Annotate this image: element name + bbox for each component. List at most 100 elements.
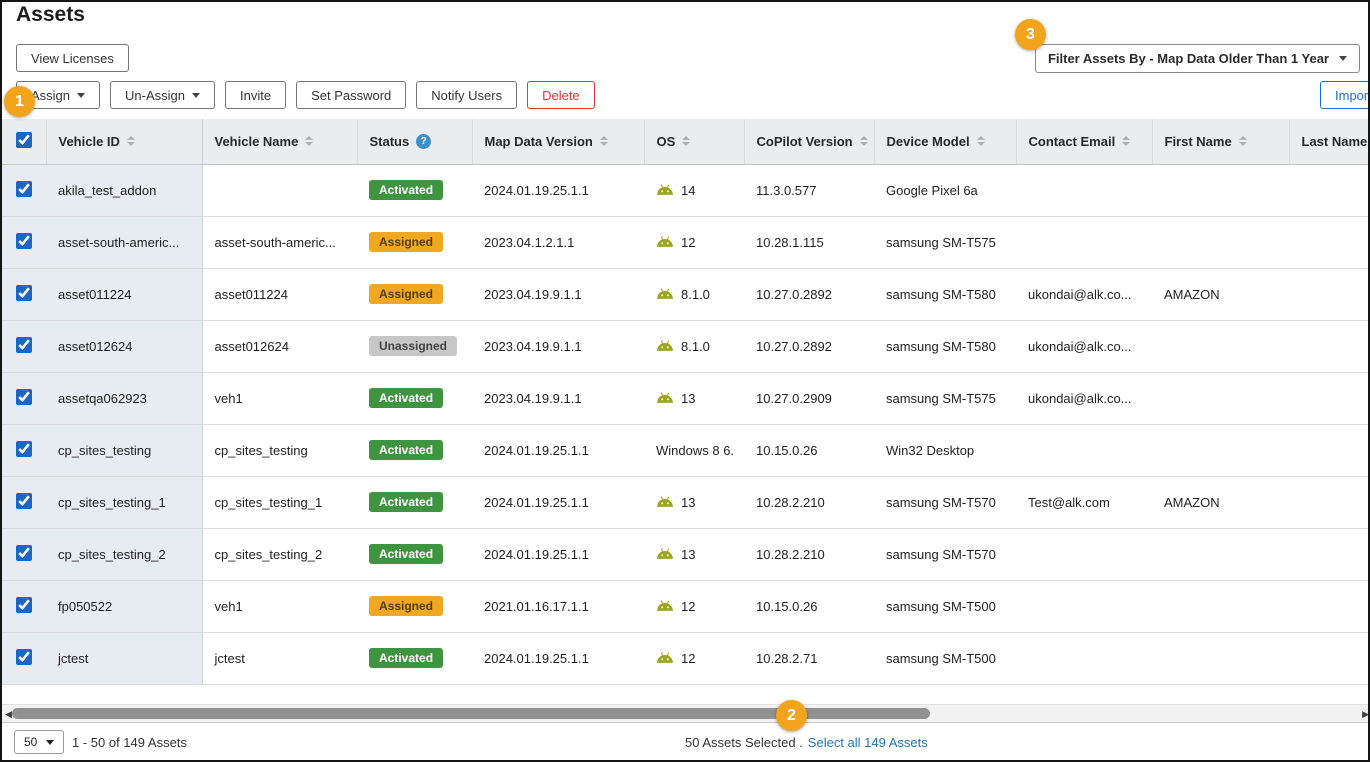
column-header-copilot-version[interactable]: CoPilot Version xyxy=(744,119,874,164)
column-label: First Name xyxy=(1165,134,1232,149)
android-icon xyxy=(656,184,674,196)
filter-assets-dropdown[interactable]: Filter Assets By - Map Data Older Than 1… xyxy=(1035,44,1360,73)
cell-device-model: samsung SM-T570 xyxy=(874,476,1016,528)
cell-last-name xyxy=(1289,320,1370,372)
cell-device-model: Google Pixel 6a xyxy=(874,164,1016,216)
row-checkbox[interactable] xyxy=(16,285,32,301)
cell-map-data-version: 2024.01.19.25.1.1 xyxy=(472,424,644,476)
column-header-os[interactable]: OS xyxy=(644,119,744,164)
cell-status: Activated xyxy=(357,528,472,580)
os-version: 12 xyxy=(681,599,695,614)
cell-copilot-version: 10.15.0.26 xyxy=(744,424,874,476)
chevron-down-icon xyxy=(77,93,85,98)
column-header-status[interactable]: Status ? xyxy=(357,119,472,164)
cell-copilot-version: 10.27.0.2892 xyxy=(744,320,874,372)
cell-copilot-version: 10.28.2.210 xyxy=(744,528,874,580)
cell-vehicle-name: jctest xyxy=(202,632,357,684)
cell-last-name xyxy=(1289,268,1370,320)
unassign-label: Un-Assign xyxy=(125,88,185,103)
cell-vehicle-name: asset011224 xyxy=(202,268,357,320)
row-checkbox[interactable] xyxy=(16,233,32,249)
row-checkbox[interactable] xyxy=(16,597,32,613)
os-version: 14 xyxy=(681,183,695,198)
row-checkbox[interactable] xyxy=(16,649,32,665)
column-header-last-name[interactable]: Last Name xyxy=(1289,119,1370,164)
row-checkbox[interactable] xyxy=(16,441,32,457)
select-all-checkbox[interactable] xyxy=(16,132,32,148)
cell-first-name xyxy=(1152,372,1289,424)
cell-os: 13 xyxy=(644,476,744,528)
scroll-left-arrow-icon[interactable]: ◀ xyxy=(5,707,12,721)
set-password-button[interactable]: Set Password xyxy=(296,81,406,109)
page-size-select[interactable]: 50 xyxy=(14,730,64,754)
scroll-right-arrow-icon[interactable]: ▶ xyxy=(1362,707,1369,721)
cell-vehicle-name: veh1 xyxy=(202,580,357,632)
table-row: asset-south-americ... asset-south-americ… xyxy=(2,216,1370,268)
view-licenses-button[interactable]: View Licenses xyxy=(16,44,129,72)
column-header-device-model[interactable]: Device Model xyxy=(874,119,1016,164)
notify-users-button[interactable]: Notify Users xyxy=(416,81,517,109)
cell-first-name xyxy=(1152,424,1289,476)
status-badge: Assigned xyxy=(369,596,443,616)
sort-icon xyxy=(127,136,135,146)
column-header-contact-email[interactable]: Contact Email xyxy=(1016,119,1152,164)
row-checkbox-cell xyxy=(2,372,46,424)
cell-vehicle-name: veh1 xyxy=(202,372,357,424)
table-row: cp_sites_testing cp_sites_testing Activa… xyxy=(2,424,1370,476)
cell-vehicle-name xyxy=(202,164,357,216)
cell-device-model: samsung SM-T575 xyxy=(874,216,1016,268)
column-header-map-data-version[interactable]: Map Data Version xyxy=(472,119,644,164)
column-header-vehicle-name[interactable]: Vehicle Name xyxy=(202,119,357,164)
column-label: Contact Email xyxy=(1029,134,1116,149)
android-icon xyxy=(656,288,674,300)
table-row: assetqa062923 veh1 Activated 2023.04.19.… xyxy=(2,372,1370,424)
cell-contact-email xyxy=(1016,424,1152,476)
column-header-vehicle-id[interactable]: Vehicle ID xyxy=(46,119,202,164)
os-version: 13 xyxy=(681,547,695,562)
column-header-first-name[interactable]: First Name xyxy=(1152,119,1289,164)
row-checkbox[interactable] xyxy=(16,337,32,353)
cell-first-name xyxy=(1152,164,1289,216)
horizontal-scrollbar[interactable]: ◀ ▶ xyxy=(2,704,1370,723)
chevron-down-icon xyxy=(1339,56,1347,61)
cell-contact-email xyxy=(1016,164,1152,216)
chevron-down-icon xyxy=(192,93,200,98)
cell-contact-email: ukondai@alk.co... xyxy=(1016,320,1152,372)
select-all-link[interactable]: Select all 149 Assets xyxy=(808,735,928,750)
row-checkbox[interactable] xyxy=(16,493,32,509)
cell-copilot-version: 10.28.1.115 xyxy=(744,216,874,268)
cell-copilot-version: 10.28.2.71 xyxy=(744,632,874,684)
cell-device-model: Win32 Desktop xyxy=(874,424,1016,476)
cell-last-name xyxy=(1289,216,1370,268)
android-icon xyxy=(656,548,674,560)
status-help-icon[interactable]: ? xyxy=(416,134,431,149)
cell-vehicle-id: assetqa062923 xyxy=(46,372,202,424)
sort-icon xyxy=(305,136,313,146)
cell-os: 12 xyxy=(644,216,744,268)
row-checkbox[interactable] xyxy=(16,181,32,197)
sort-icon xyxy=(977,136,985,146)
column-label: Vehicle Name xyxy=(215,134,299,149)
cell-last-name xyxy=(1152,632,1289,684)
unassign-button[interactable]: Un-Assign xyxy=(110,81,215,109)
table-header-row: Vehicle ID Vehicle Name Status ? Map Dat… xyxy=(2,119,1370,164)
table-row: fp050522 veh1 Assigned 2021.01.16.17.1.1… xyxy=(2,580,1370,632)
invite-button[interactable]: Invite xyxy=(225,81,286,109)
cell-contact-email xyxy=(1016,216,1152,268)
filter-assets-label: Filter Assets By - Map Data Older Than 1… xyxy=(1048,51,1329,66)
page-size-value: 50 xyxy=(24,735,37,749)
status-badge: Activated xyxy=(369,648,443,668)
row-checkbox[interactable] xyxy=(16,389,32,405)
row-checkbox-cell xyxy=(2,424,46,476)
cell-last-name xyxy=(1289,372,1370,424)
cell-device-model: samsung SM-T580 xyxy=(874,320,1016,372)
table-row: jctest jctest Activated 2024.01.19.25.1.… xyxy=(2,632,1370,684)
delete-button[interactable]: Delete xyxy=(527,81,595,109)
select-all-header-cell xyxy=(2,119,46,164)
row-checkbox[interactable] xyxy=(16,545,32,561)
assets-table-wrap: Vehicle ID Vehicle Name Status ? Map Dat… xyxy=(2,119,1370,685)
cell-copilot-version: 10.27.0.2909 xyxy=(744,372,874,424)
import-button[interactable]: Import xyxy=(1320,81,1370,109)
cell-last-name xyxy=(1289,424,1370,476)
cell-status: Assigned xyxy=(357,216,472,268)
